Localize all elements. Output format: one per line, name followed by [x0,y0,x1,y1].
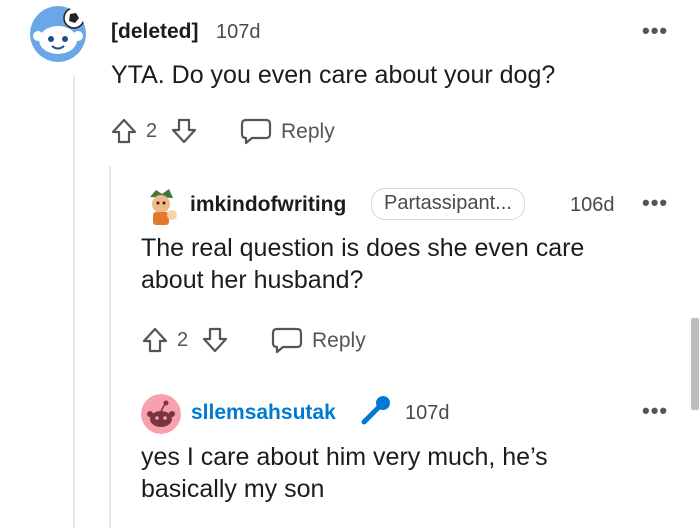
more-options-icon[interactable]: ••• [642,190,668,216]
timestamp: 107d [216,21,261,43]
comment-text: yes I care about him very much, he’s [141,443,548,471]
snoo-avatar-icon [141,394,181,434]
downvote-icon[interactable] [170,117,198,145]
scrollbar[interactable] [691,318,699,410]
thread-line[interactable] [73,76,75,528]
upvote-icon[interactable] [110,117,138,145]
more-options-icon[interactable]: ••• [642,18,668,44]
vote-count: 2 [177,329,189,351]
username[interactable]: imkindofwriting [190,193,346,217]
comment-text: about her husband? [141,266,364,294]
comment-bubble-icon [271,326,303,354]
comment-text: The real question is does she even care [141,234,585,262]
user-flair: Partassipant... [371,188,525,220]
upvote-icon[interactable] [141,326,169,354]
comment-text: basically my son [141,475,325,503]
username[interactable]: [deleted] [111,20,199,44]
downvote-icon[interactable] [201,326,229,354]
reply-label: Reply [312,329,366,352]
avatar[interactable] [30,6,86,62]
reply-label: Reply [281,120,335,143]
microphone-icon [358,394,392,428]
thread-line[interactable] [109,166,111,528]
comment-text: YTA. Do you even care about your dog? [111,61,556,89]
comment-bubble-icon [240,117,272,145]
custom-avatar-icon [142,187,180,225]
avatar[interactable] [141,394,181,434]
snoo-avatar-icon [30,6,86,62]
timestamp: 106d [570,194,615,216]
avatar[interactable] [142,187,180,225]
timestamp: 107d [405,402,450,424]
username[interactable]: sllemsahsutak [191,401,336,425]
more-options-icon[interactable]: ••• [642,398,668,424]
vote-count: 2 [146,120,158,142]
